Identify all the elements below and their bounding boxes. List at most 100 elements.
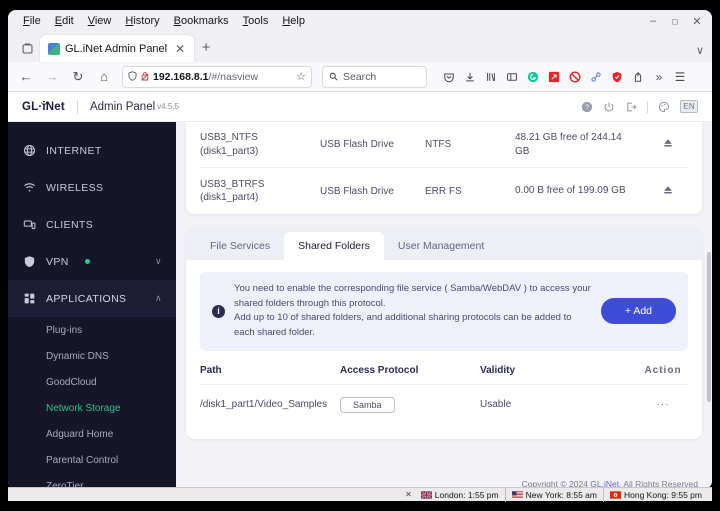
tab-shared-folders[interactable]: Shared Folders bbox=[284, 232, 384, 260]
info-icon: i bbox=[212, 304, 225, 318]
sidebar-item-dynamic-dns[interactable]: Dynamic DNS bbox=[8, 343, 176, 369]
row-actions-menu-icon[interactable]: ··· bbox=[638, 399, 688, 410]
sidebar-item-wireless[interactable]: WIRELESS bbox=[8, 169, 176, 206]
menu-help[interactable]: Help bbox=[275, 14, 312, 28]
sidebar-item-adguard-home[interactable]: Adguard Home bbox=[8, 421, 176, 447]
list-all-tabs-icon[interactable] bbox=[14, 36, 40, 60]
app-body: INTERNET WIRELESS CLIENTS VPN ∨ APPLICAT… bbox=[8, 122, 712, 489]
app-version: v4.5.5 bbox=[157, 102, 179, 111]
menu-history[interactable]: History bbox=[118, 14, 166, 28]
sidebar-item-parental-control[interactable]: Parental Control bbox=[8, 447, 176, 473]
drive-type: USB Flash Drive bbox=[320, 185, 394, 197]
help-icon[interactable]: ? bbox=[581, 101, 593, 113]
menu-view[interactable]: View bbox=[81, 14, 119, 28]
tab-bar: File Services Shared Folders User Manage… bbox=[186, 228, 702, 260]
maximize-button[interactable]: ◻ bbox=[664, 12, 686, 30]
tab-user-management[interactable]: User Management bbox=[384, 232, 498, 260]
url-path: /#/nasview bbox=[208, 70, 259, 83]
new-tab-button[interactable]: + bbox=[194, 35, 218, 59]
container-icon[interactable] bbox=[628, 66, 648, 88]
url-bar[interactable]: 192.168.8.1/#/nasview ☆ bbox=[122, 65, 312, 88]
drive-capacity: 48.21 GB free of 244.14 GB bbox=[515, 132, 622, 157]
folder-path: /disk1_part1/Video_Samples bbox=[200, 399, 328, 411]
library-icon[interactable] bbox=[481, 66, 501, 88]
overflow-icon[interactable]: » bbox=[649, 66, 669, 88]
sidebar-icon[interactable] bbox=[502, 66, 522, 88]
browser-navbar: ← → ↻ ⌂ 192.168.8.1/#/nasview ☆ Search »… bbox=[8, 62, 712, 92]
chevron-down-icon[interactable]: ∨ bbox=[696, 44, 704, 57]
link-icon[interactable] bbox=[586, 66, 606, 88]
close-window-button[interactable]: ✕ bbox=[686, 12, 708, 30]
drive-name: USB3_NTFS bbox=[200, 132, 258, 143]
folder-protocol-cell: Samba bbox=[340, 396, 480, 413]
tab-file-services[interactable]: File Services bbox=[196, 232, 284, 260]
column-validity: Validity bbox=[480, 364, 516, 376]
forward-button[interactable]: → bbox=[40, 65, 64, 89]
search-bar[interactable]: Search bbox=[322, 65, 427, 88]
sidebar-label-applications: APPLICATIONS bbox=[46, 292, 127, 305]
notice-line-1: You need to enable the corresponding fil… bbox=[234, 283, 591, 309]
window-controls: – ◻ ✕ bbox=[642, 10, 708, 32]
clock-london[interactable]: London: 1:55 pm bbox=[415, 488, 505, 502]
browser-tabstrip: GL.iNet Admin Panel ✕ + ∨ bbox=[8, 32, 712, 62]
url-text: 192.168.8.1/#/nasview bbox=[153, 71, 292, 83]
menu-file[interactable]: File bbox=[16, 14, 48, 28]
header-divider bbox=[76, 99, 78, 114]
shield-red-icon[interactable] bbox=[607, 66, 627, 88]
extension-red-icon[interactable] bbox=[544, 66, 564, 88]
pocket-icon[interactable] bbox=[439, 66, 459, 88]
column-path: Path bbox=[200, 364, 222, 376]
clock-hong-kong[interactable]: Hong Kong: 9:55 pm bbox=[603, 487, 708, 502]
palette-icon[interactable] bbox=[658, 101, 670, 113]
power-icon[interactable] bbox=[603, 101, 615, 113]
table-row[interactable]: /disk1_part1/Video_Samples Samba Usable … bbox=[200, 385, 688, 425]
close-icon[interactable]: ✕ bbox=[405, 490, 412, 499]
tab-close-icon[interactable]: ✕ bbox=[172, 41, 188, 57]
drive-filesystem: NTFS bbox=[425, 139, 452, 150]
menu-edit[interactable]: Edit bbox=[48, 14, 81, 28]
menu-tools[interactable]: Tools bbox=[236, 14, 276, 28]
chevron-down-icon[interactable]: ∨ bbox=[155, 256, 162, 267]
bookmark-star-icon[interactable]: ☆ bbox=[296, 70, 306, 83]
sidebar-item-plugins[interactable]: Plug-ins bbox=[8, 317, 176, 343]
protocol-chip: Samba bbox=[340, 396, 395, 413]
chevron-up-icon[interactable]: ∧ bbox=[155, 293, 162, 304]
drive-name-cell: USB3_NTFS (disk1_part3) bbox=[200, 131, 320, 158]
language-selector[interactable]: EN bbox=[680, 100, 698, 113]
clock-new-york[interactable]: New York: 8:55 am bbox=[504, 487, 603, 502]
devices-icon bbox=[22, 218, 36, 232]
drive-partition: (disk1_part3) bbox=[200, 145, 259, 157]
scrollbar-thumb[interactable] bbox=[707, 252, 711, 402]
minimize-button[interactable]: – bbox=[642, 12, 664, 30]
sidebar-item-internet[interactable]: INTERNET bbox=[8, 132, 176, 169]
drive-capacity: 0.00 B free of 199.09 GB bbox=[515, 185, 626, 197]
grammarly-icon[interactable] bbox=[523, 66, 543, 88]
hamburger-menu-icon[interactable]: ☰ bbox=[670, 66, 690, 88]
sidebar-item-applications[interactable]: APPLICATIONS ∧ bbox=[8, 280, 176, 317]
sidebar-item-vpn[interactable]: VPN ∨ bbox=[8, 243, 176, 280]
clock-hong-kong-label: Hong Kong: 9:55 pm bbox=[624, 489, 702, 500]
menu-bookmarks[interactable]: Bookmarks bbox=[167, 14, 236, 28]
sidebar-item-network-storage[interactable]: Network Storage bbox=[8, 395, 176, 421]
table-row[interactable]: USB3_BTRFS (disk1_part4) USB Flash Drive… bbox=[200, 168, 688, 214]
drive-name-cell: USB3_BTRFS (disk1_part4) bbox=[200, 178, 320, 205]
downloads-icon[interactable] bbox=[460, 66, 480, 88]
eject-icon[interactable] bbox=[648, 137, 688, 152]
sidebar-item-goodcloud[interactable]: GoodCloud bbox=[8, 369, 176, 395]
page-scrollbar[interactable] bbox=[706, 122, 712, 489]
table-row[interactable]: USB3_NTFS (disk1_part3) USB Flash Drive … bbox=[200, 122, 688, 168]
notice-text: You need to enable the corresponding fil… bbox=[234, 282, 592, 341]
add-button[interactable]: + Add bbox=[600, 298, 676, 325]
browser-tab-active[interactable]: GL.iNet Admin Panel ✕ bbox=[40, 35, 195, 62]
reload-button[interactable]: ↻ bbox=[66, 65, 90, 89]
sidebar-item-clients[interactable]: CLIENTS bbox=[8, 206, 176, 243]
clock-london-label: London: 1:55 pm bbox=[434, 489, 499, 500]
browser-menubar: File Edit View History Bookmarks Tools H… bbox=[8, 10, 712, 32]
back-button[interactable]: ← bbox=[14, 65, 38, 89]
logout-icon[interactable] bbox=[625, 101, 637, 113]
adblock-icon[interactable] bbox=[565, 66, 585, 88]
eject-icon[interactable] bbox=[648, 184, 688, 199]
folders-table-header: Path Access Protocol Validity Action bbox=[200, 351, 688, 385]
folder-validity: Usable bbox=[480, 399, 512, 411]
home-button[interactable]: ⌂ bbox=[92, 65, 116, 89]
